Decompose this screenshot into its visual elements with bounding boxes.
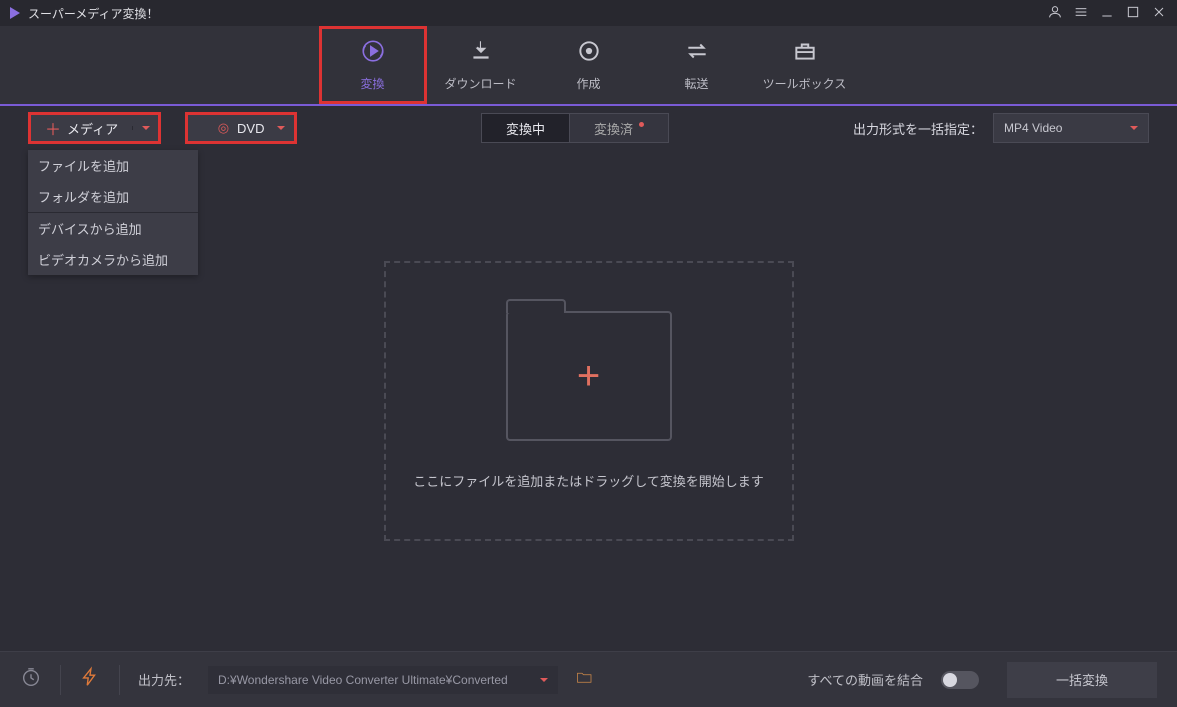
plus-icon: ＋ [45,116,61,140]
transfer-icon [684,38,710,69]
plus-icon: + [577,354,600,399]
output-dest-select[interactable]: D:¥Wondershare Video Converter Ultimate¥… [208,666,558,694]
add-dvd-dropdown-arrow[interactable] [268,126,294,130]
status-tabs: 変換中 変換済 [481,113,669,143]
caret-down-icon [540,678,548,682]
nav-transfer-label: 転送 [684,75,708,92]
nav-convert-label: 変換 [360,75,384,92]
convert-all-button[interactable]: 一括変換 [1007,662,1157,698]
add-media-button[interactable]: ＋ メディア [28,112,161,144]
app-title: スーパーメディア変換！ [28,5,159,22]
output-dest-label: 出力先： [138,670,190,689]
merge-toggle[interactable] [941,671,979,689]
caret-down-icon [142,126,150,130]
nav-download-label: ダウンロード [444,75,516,92]
tab-converting-label: 変換中 [506,119,545,138]
clock-icon[interactable] [20,666,42,693]
nav-toolbox-label: ツールボックス [763,75,847,92]
convert-all-label: 一括変換 [1056,670,1108,689]
titlebar: スーパーメディア変換！ [0,0,1177,26]
toolbox-icon [792,38,818,69]
add-media-menu: ファイルを追加 フォルダを追加 デバイスから追加 ビデオカメラから追加 [28,150,198,275]
close-icon[interactable] [1151,4,1167,23]
folder-tab-icon [506,299,566,313]
menu-add-from-camera[interactable]: ビデオカメラから追加 [28,244,198,275]
bottombar: 出力先： D:¥Wondershare Video Converter Ulti… [0,651,1177,707]
toggle-knob [943,673,957,687]
create-icon [576,38,602,69]
tab-converted-label: 変換済 [594,119,633,138]
dropzone-text: ここにファイルを追加またはドラッグして変換を開始します [413,471,764,490]
output-format-label: 出力形式を一括指定： [853,119,983,138]
nav-toolbox[interactable]: ツールボックス [751,26,859,104]
minimize-icon[interactable] [1099,4,1115,23]
subbar-right: 出力形式を一括指定： MP4 Video [853,113,1149,143]
convert-icon [360,38,386,69]
separator [119,665,120,695]
disc-icon: ◎ [218,120,229,136]
separator [60,665,61,695]
add-folder-icon[interactable]: + [506,311,672,441]
nav-transfer[interactable]: 転送 [643,26,751,104]
dropzone[interactable]: + ここにファイルを追加またはドラッグして変換を開始します [384,261,794,541]
menu-add-from-device[interactable]: デバイスから追加 [28,213,198,244]
notification-dot-icon [639,122,644,127]
caret-down-icon [1130,126,1138,130]
add-media-dropdown-arrow[interactable] [132,126,158,130]
top-nav: 変換 ダウンロード 作成 転送 ツールボックス [0,26,1177,106]
subbar-left: ＋ メディア ◎ DVD [28,112,297,144]
menu-icon[interactable] [1073,4,1089,23]
subbar: ＋ メディア ◎ DVD 変換中 変換済 出力形式を一括指定： MP4 Video [0,106,1177,150]
user-icon[interactable] [1047,4,1063,23]
maximize-icon[interactable] [1125,4,1141,23]
app-logo-icon [10,7,20,19]
caret-down-icon [277,126,285,130]
output-format-select[interactable]: MP4 Video [993,113,1149,143]
menu-add-folder[interactable]: フォルダを追加 [28,181,198,212]
nav-create-label: 作成 [576,75,600,92]
merge-videos-label: すべての動画を結合 [807,670,923,689]
open-folder-icon[interactable] [576,670,594,689]
menu-add-file[interactable]: ファイルを追加 [28,150,198,181]
add-dvd-label: DVD [237,121,264,136]
download-icon [468,38,494,69]
nav-download[interactable]: ダウンロード [427,26,535,104]
nav-create[interactable]: 作成 [535,26,643,104]
titlebar-left: スーパーメディア変換！ [10,5,159,22]
output-dest-value: D:¥Wondershare Video Converter Ultimate¥… [218,673,508,687]
tab-converted[interactable]: 変換済 [570,113,669,143]
bolt-icon[interactable] [79,666,101,693]
tab-converting[interactable]: 変換中 [481,113,570,143]
titlebar-controls [1047,4,1167,23]
add-media-label: メディア [67,119,118,138]
output-format-value: MP4 Video [1004,121,1062,135]
add-dvd-button[interactable]: ◎ DVD [185,112,297,144]
nav-convert[interactable]: 変換 [319,26,427,104]
